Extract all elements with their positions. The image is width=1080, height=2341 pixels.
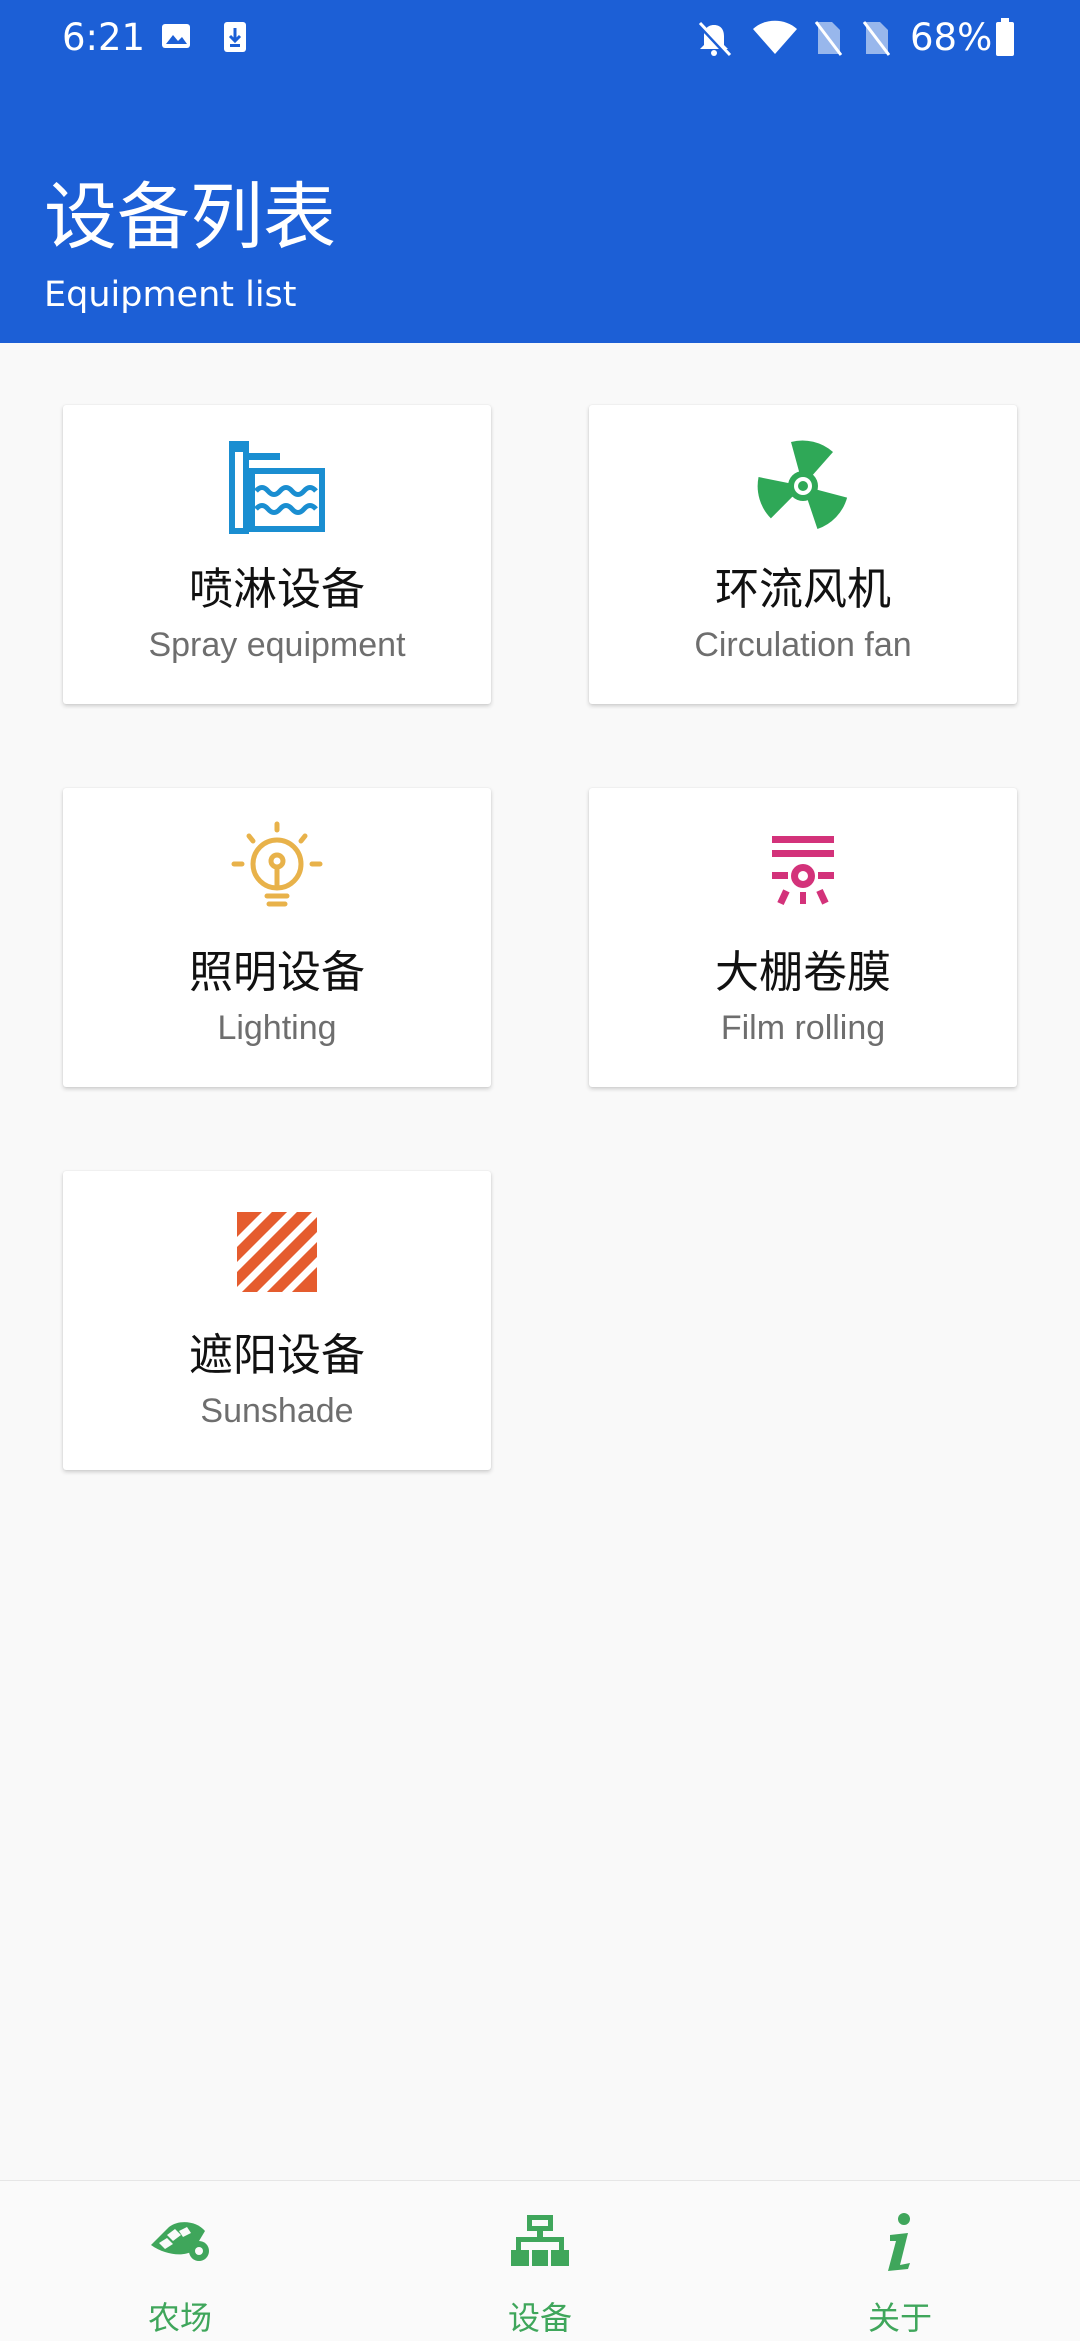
download-notification-icon — [224, 22, 246, 52]
devices-icon — [511, 2215, 569, 2266]
lighting-card[interactable]: 照明设备 Lighting — [63, 788, 491, 1087]
fan-icon — [757, 440, 848, 529]
no-sim-icon-2 — [862, 21, 890, 56]
sunshade-card[interactable]: 遮阳设备 Sunshade — [63, 1171, 491, 1470]
spray-icon — [229, 441, 325, 534]
bulb-icon — [231, 821, 323, 907]
nav-item-about[interactable]: 关于 — [720, 2181, 1080, 2341]
card-label-cn: 遮阳设备 — [189, 1330, 365, 1381]
card-label-cn: 环流风机 — [715, 564, 891, 615]
card-label-cn: 喷淋设备 — [189, 564, 365, 615]
film-rolling-card[interactable]: 大棚卷膜 Film rolling — [589, 788, 1017, 1087]
nav-label-about: 关于 — [867, 2299, 932, 2337]
app-header: 6:21 68% 设备列表 Equipment list — [0, 0, 1080, 343]
page-subtitle: Equipment list — [44, 275, 297, 315]
film-rolling-icon — [772, 836, 834, 906]
page-title: 设备列表 — [44, 175, 336, 260]
card-label-en: Spray equipment — [148, 626, 406, 664]
status-bar: 6:21 68% — [0, 0, 1080, 80]
bottom-navigation: 农场 设备 关于 — [0, 2180, 1080, 2341]
status-time: 6:21 — [62, 16, 146, 59]
farm-icon — [151, 2222, 209, 2261]
nav-label-farm: 农场 — [147, 2299, 212, 2337]
nav-item-devices[interactable]: 设备 — [360, 2181, 720, 2341]
card-label-en: Film rolling — [720, 1009, 886, 1047]
card-label-en: Circulation fan — [694, 626, 912, 664]
image-notification-icon — [162, 24, 190, 48]
no-sim-icon — [814, 21, 842, 56]
battery-percent: 68% — [910, 16, 993, 59]
nav-item-farm[interactable]: 农场 — [0, 2181, 360, 2341]
circulation-fan-card[interactable]: 环流风机 Circulation fan — [589, 405, 1017, 704]
card-label-cn: 大棚卷膜 — [715, 947, 891, 998]
card-label-en: Sunshade — [200, 1392, 354, 1430]
battery-icon — [996, 18, 1014, 56]
card-label-cn: 照明设备 — [189, 947, 365, 998]
card-label-en: Lighting — [217, 1009, 337, 1047]
notifications-off-icon — [698, 21, 732, 57]
info-icon — [888, 2213, 910, 2271]
wifi-icon — [753, 20, 797, 54]
nav-label-devices: 设备 — [507, 2299, 572, 2337]
sunshade-icon — [237, 1212, 317, 1292]
spray-equipment-card[interactable]: 喷淋设备 Spray equipment — [63, 405, 491, 704]
